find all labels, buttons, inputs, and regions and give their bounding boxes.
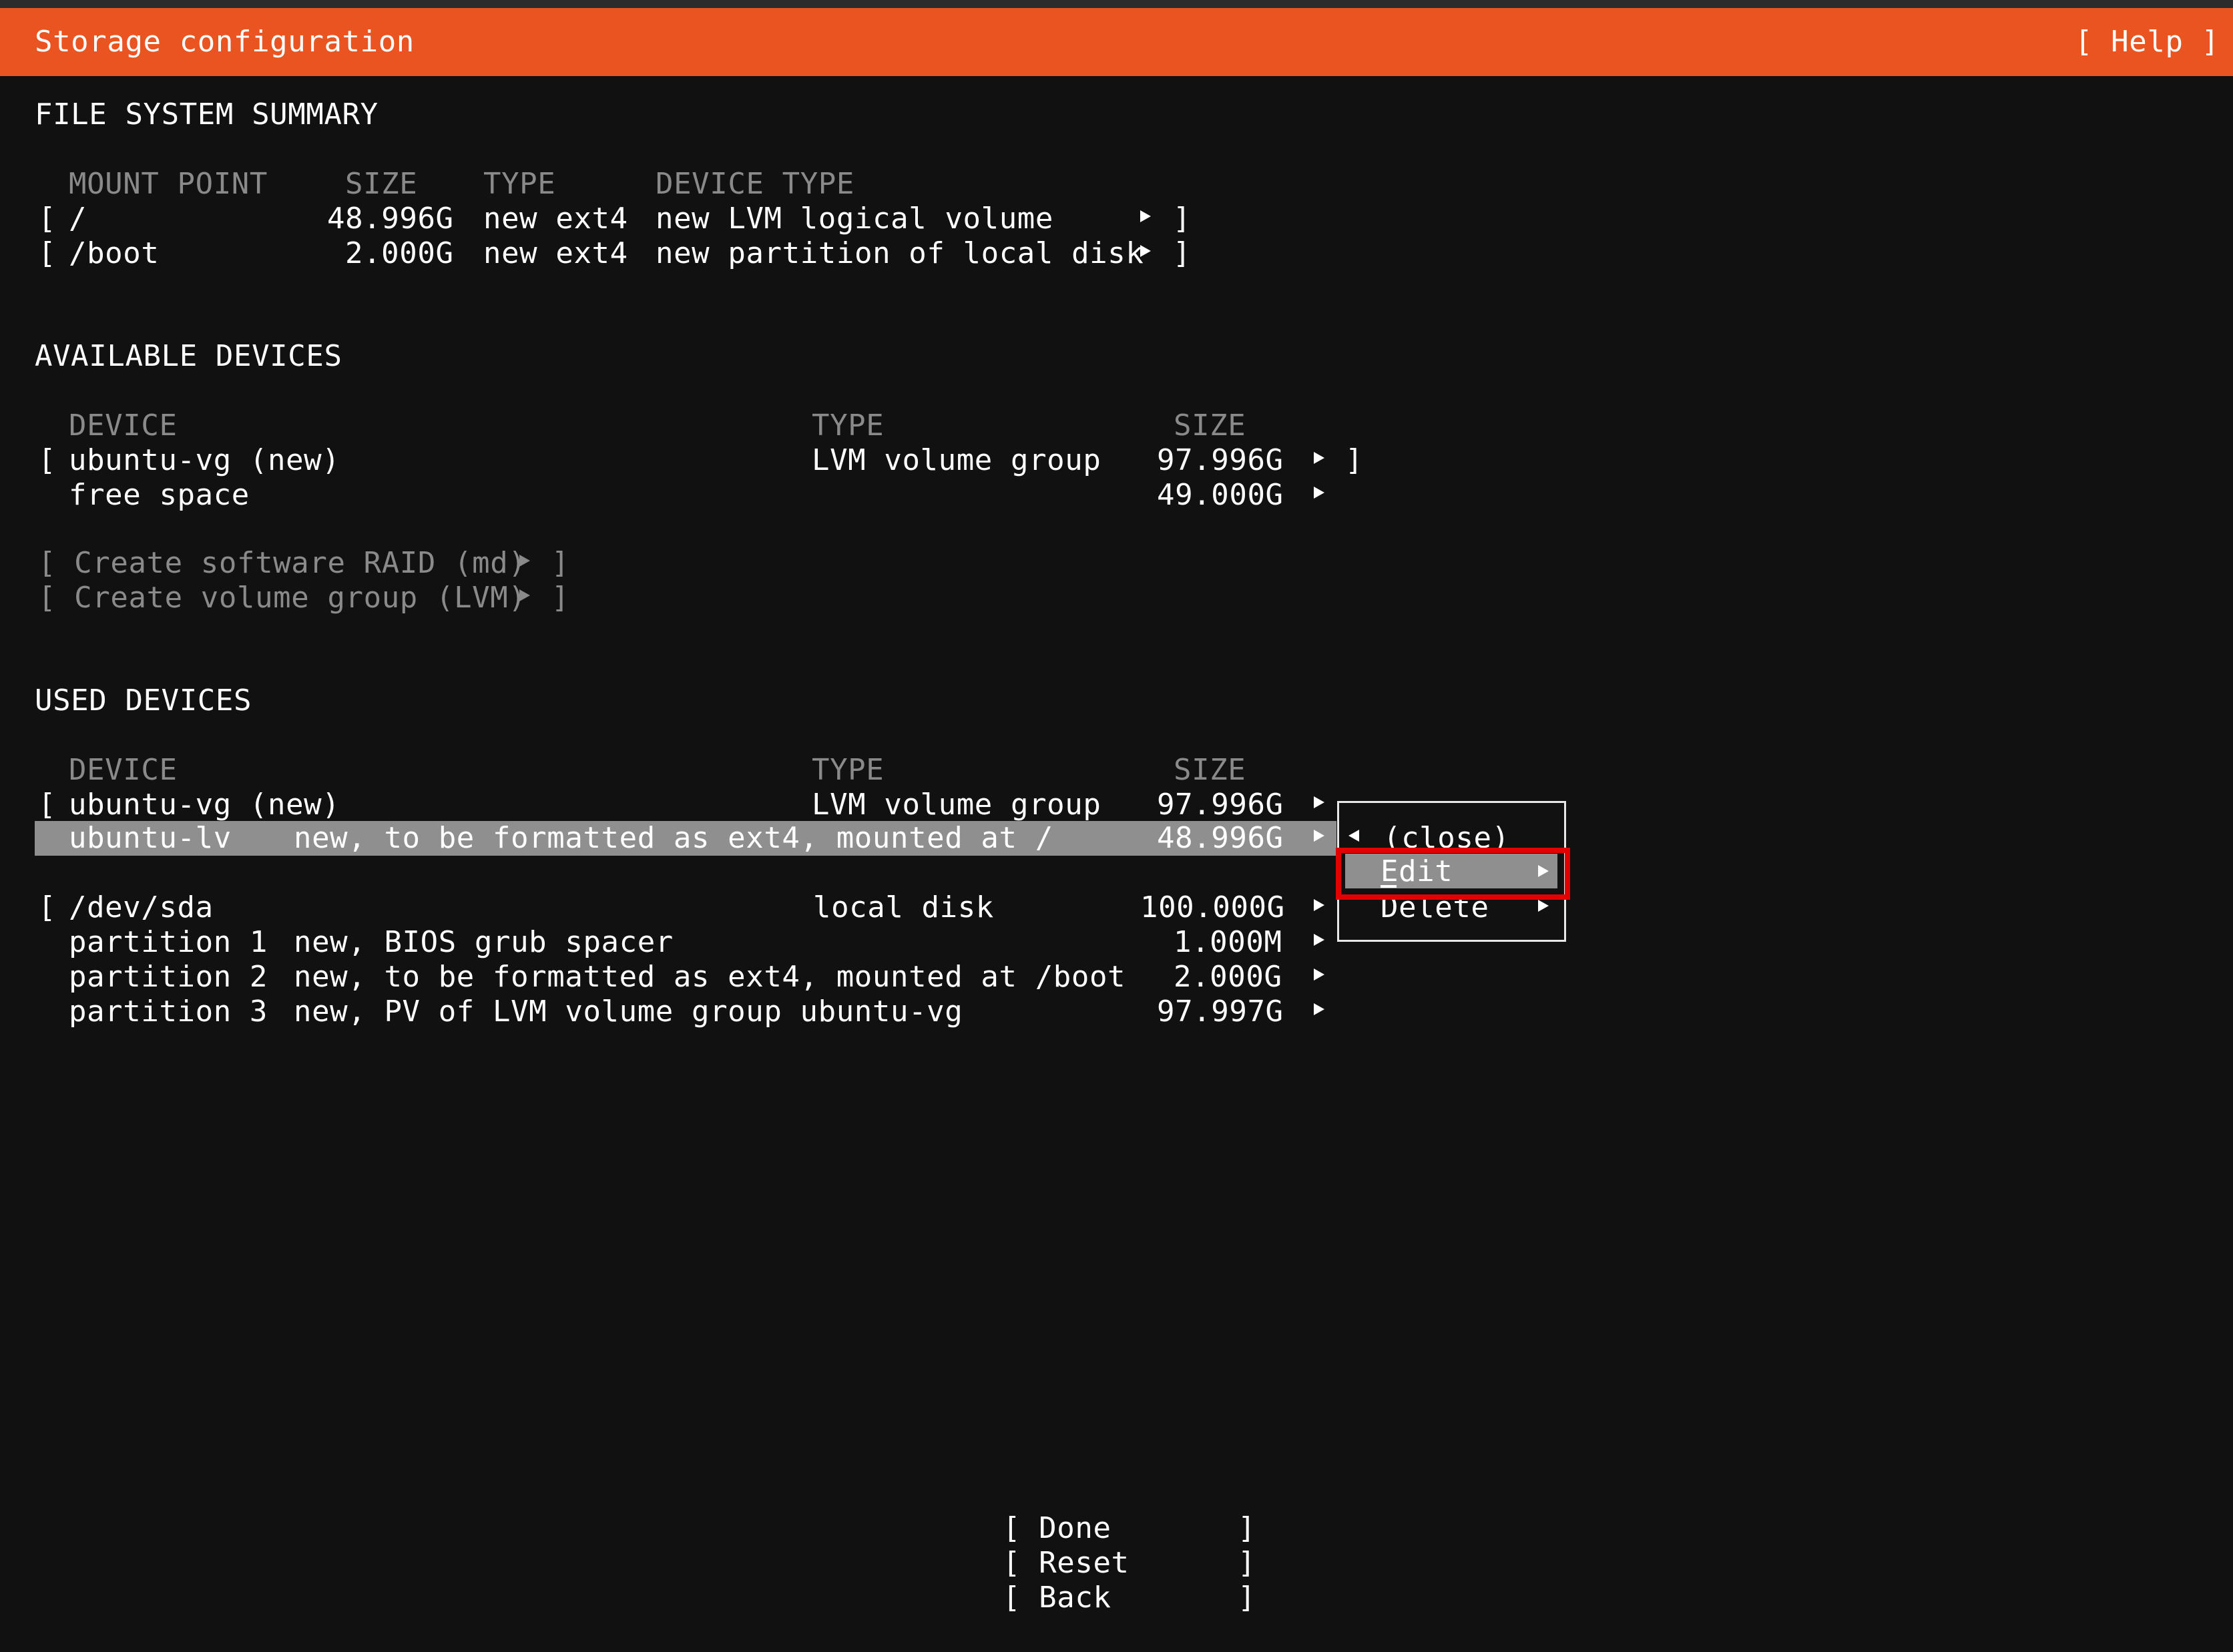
partition-size: 2.000G (1174, 960, 1282, 994)
partition-name: partition 3 (69, 995, 268, 1029)
device-name: ubuntu-vg (new) (69, 443, 340, 477)
used-heading: USED DEVICES (35, 683, 252, 718)
device-size: 100.000G (1140, 890, 1285, 924)
right-arrow-icon (1314, 969, 1324, 981)
device-name: ubuntu-lv (69, 821, 232, 855)
bracket-close: ] (551, 546, 570, 580)
device-name: ubuntu-vg (new) (69, 788, 340, 822)
col-type: TYPE (483, 167, 556, 201)
create-raid-label: [ Create software RAID (md) (38, 546, 527, 580)
header-bar: Storage configuration [ Help ] (0, 8, 2233, 76)
bracket-close: ] (1173, 202, 1192, 236)
available-heading: AVAILABLE DEVICES (35, 339, 342, 373)
installer-screen: Storage configuration [ Help ] FILE SYST… (0, 0, 2233, 1652)
partition-size: 1.000M (1174, 925, 1282, 959)
col-mount-point: MOUNT POINT (69, 167, 268, 201)
col-size: SIZE (1174, 753, 1246, 787)
fs-type: new ext4 (483, 236, 628, 270)
device-size: 97.996G (1157, 443, 1284, 477)
reset-button[interactable]: [ Reset ] (1003, 1546, 1256, 1581)
size: 2.000G (345, 236, 454, 270)
right-arrow-icon (1314, 934, 1324, 946)
col-size: SIZE (345, 167, 418, 201)
partition-description: new, PV of LVM volume group ubuntu-vg (294, 995, 963, 1029)
bracket-close: ] (1173, 236, 1192, 270)
help-button[interactable]: [ Help ] (2075, 25, 2220, 59)
top-strip (0, 0, 2233, 8)
col-type: TYPE (812, 408, 885, 443)
device-size: 48.996G (1157, 821, 1284, 855)
bracket-open: [ (38, 890, 57, 924)
right-arrow-icon (1140, 210, 1151, 222)
partition-description: new, to be formatted as ext4, mounted at… (294, 960, 1126, 994)
device-description: new, to be formatted as ext4, mounted at… (294, 821, 1053, 855)
col-device: DEVICE (69, 753, 178, 787)
size: 48.996G (327, 202, 454, 236)
right-arrow-icon (1140, 245, 1151, 257)
device-size: 49.000G (1157, 478, 1284, 512)
right-arrow-icon (1538, 900, 1549, 912)
device-name: /dev/sda (69, 890, 214, 924)
partition-name: partition 2 (69, 960, 268, 994)
fs-type: new ext4 (483, 202, 628, 236)
device-type: LVM volume group (812, 788, 1101, 822)
mount-point: /boot (69, 236, 160, 270)
right-arrow-icon (519, 555, 530, 567)
fs-summary-heading: FILE SYSTEM SUMMARY (35, 97, 379, 131)
partition-name: partition 1 (69, 925, 268, 959)
col-device: DEVICE (69, 408, 178, 443)
back-button[interactable]: [ Back ] (1003, 1581, 1256, 1615)
device-size: 97.996G (1157, 788, 1284, 822)
partition-size: 97.997G (1157, 995, 1284, 1029)
bracket-open: [ (38, 788, 57, 822)
bracket-open: [ (38, 202, 57, 236)
right-arrow-icon (519, 589, 530, 601)
mount-point: / (69, 202, 87, 236)
bracket-open: [ (38, 443, 57, 477)
device-name: free space (69, 478, 250, 512)
right-arrow-icon (1314, 487, 1324, 499)
col-device-type: DEVICE TYPE (656, 167, 854, 201)
device-type: new LVM logical volume (656, 202, 1053, 236)
right-arrow-icon (1314, 452, 1324, 464)
col-type: TYPE (812, 753, 885, 787)
device-type: new partition of local disk (656, 236, 1144, 270)
device-type: LVM volume group (812, 443, 1101, 477)
bracket-close: ] (551, 581, 570, 615)
right-arrow-icon (1314, 899, 1324, 911)
bracket-open: [ (38, 236, 57, 270)
left-arrow-icon (1348, 830, 1359, 842)
right-arrow-icon (1314, 830, 1324, 842)
col-size: SIZE (1174, 408, 1246, 443)
page-title: Storage configuration (35, 25, 415, 59)
bracket-close: ] (1345, 443, 1364, 477)
partition-description: new, BIOS grub spacer (294, 925, 674, 959)
highlight-annotation-box (1336, 848, 1570, 900)
create-vg-label: [ Create volume group (LVM) (38, 581, 527, 615)
done-button[interactable]: [ Done ] (1003, 1511, 1256, 1546)
right-arrow-icon (1314, 1003, 1324, 1015)
right-arrow-icon (1314, 796, 1324, 808)
device-type: local disk (813, 890, 994, 924)
